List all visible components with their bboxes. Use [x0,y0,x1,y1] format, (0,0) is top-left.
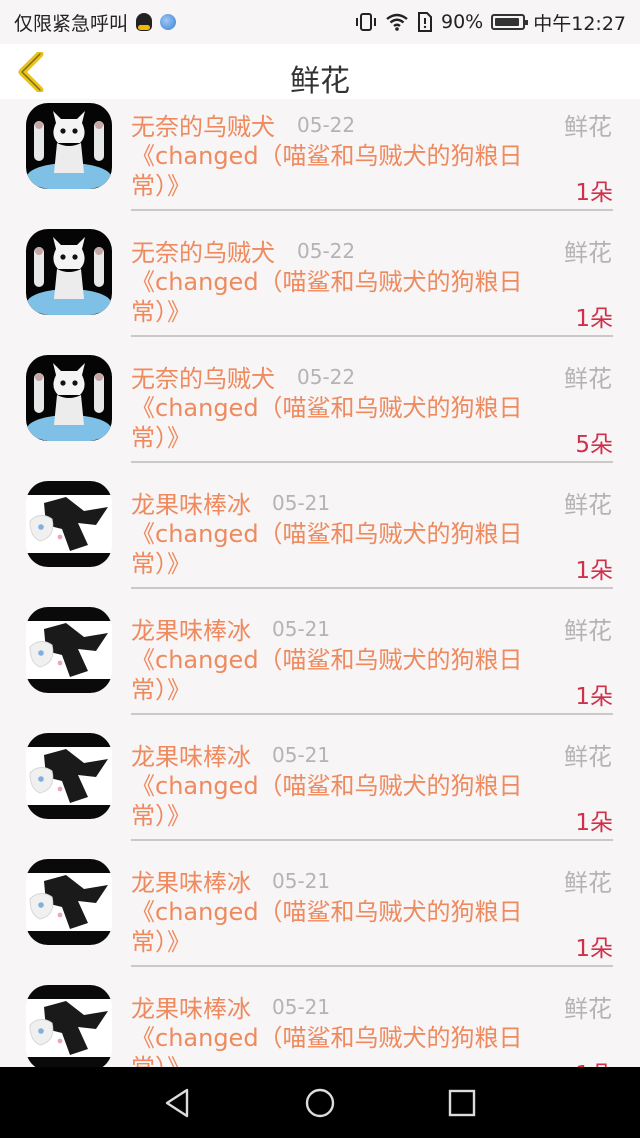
user-avatar[interactable] [26,355,112,441]
work-title[interactable]: 《changed（喵鲨和乌贼犬的狗粮日常）》 [131,1023,551,1067]
gift-date: 05-22 [297,365,356,389]
gift-date: 05-21 [272,869,331,893]
back-triangle-icon[interactable] [160,1085,196,1121]
row-divider [131,965,613,967]
author-name[interactable]: 无奈的乌贼犬 [131,359,275,394]
gift-date: 05-21 [272,743,331,767]
gift-date: 05-21 [272,617,331,641]
recents-square-icon[interactable] [444,1085,480,1121]
user-avatar[interactable] [26,481,112,567]
user-avatar[interactable] [26,103,112,189]
flower-count: 1朵 [575,1055,613,1067]
work-title[interactable]: 《changed（喵鲨和乌贼犬的狗粮日常）》 [131,645,551,705]
author-name[interactable]: 龙果味棒冰 [131,863,251,898]
author-name[interactable]: 龙果味棒冰 [131,485,251,520]
list-item[interactable]: 无奈的乌贼犬 05-22 鲜花 《changed（喵鲨和乌贼犬的狗粮日常）》 1朵 [0,225,640,351]
row-divider [131,461,613,463]
work-title[interactable]: 《changed（喵鲨和乌贼犬的狗粮日常）》 [131,897,551,957]
clock: 中午12:27 [533,12,626,35]
gift-category: 鲜花 [564,743,612,771]
system-nav-bar [0,1067,640,1138]
flower-list[interactable]: 无奈的乌贼犬 05-22 鲜花 《changed（喵鲨和乌贼犬的狗粮日常）》 1朵 无奈的… [0,99,640,1067]
gift-date: 05-21 [272,491,331,515]
gift-date: 05-21 [272,995,331,1019]
user-avatar[interactable] [26,733,112,819]
vibrate-icon [356,13,376,31]
home-circle-icon[interactable] [302,1085,338,1121]
gift-category: 鲜花 [564,365,612,393]
status-bar: 仅限紧急呼叫 90% 中午12:27 [0,0,640,44]
user-avatar[interactable] [26,859,112,945]
row-divider [131,587,613,589]
flower-count: 1朵 [575,684,613,710]
gift-category: 鲜花 [564,617,612,645]
author-name[interactable]: 无奈的乌贼犬 [131,233,275,268]
row-divider [131,713,613,715]
author-name[interactable]: 龙果味棒冰 [131,611,251,646]
author-name[interactable]: 龙果味棒冰 [131,989,251,1024]
row-divider [131,209,613,211]
flower-count: 5朵 [575,432,613,458]
app-header: 鲜花 [0,44,640,99]
carrier-text: 仅限紧急呼叫 [14,12,129,35]
list-item[interactable]: 龙果味棒冰 05-21 鲜花《changed（喵鲨和乌贼犬的狗粮日常）》 1朵 [0,729,640,855]
qq-icon [136,13,153,31]
flower-count: 1朵 [575,810,613,836]
gift-date: 05-22 [297,113,356,137]
author-name[interactable]: 无奈的乌贼犬 [131,107,275,142]
work-title[interactable]: 《changed（喵鲨和乌贼犬的狗粮日常）》 [131,393,551,453]
list-item[interactable]: 龙果味棒冰 05-21 鲜花《changed（喵鲨和乌贼犬的狗粮日常）》 1朵 [0,603,640,729]
list-item[interactable]: 龙果味棒冰 05-21 鲜花《changed（喵鲨和乌贼犬的狗粮日常）》 1朵 [0,981,640,1067]
battery-percent: 90% [441,11,484,33]
list-item[interactable]: 龙果味棒冰 05-21 鲜花《changed（喵鲨和乌贼犬的狗粮日常）》 1朵 [0,855,640,981]
work-title[interactable]: 《changed（喵鲨和乌贼犬的狗粮日常）》 [131,267,551,327]
flower-count: 1朵 [575,558,613,584]
gift-category: 鲜花 [564,869,612,897]
gift-category: 鲜花 [564,995,612,1023]
user-avatar[interactable] [26,985,112,1067]
user-avatar[interactable] [26,229,112,315]
flower-count: 1朵 [575,306,613,332]
work-title[interactable]: 《changed（喵鲨和乌贼犬的狗粮日常）》 [131,771,551,831]
row-divider [131,839,613,841]
list-item[interactable]: 无奈的乌贼犬 05-22 鲜花 《changed（喵鲨和乌贼犬的狗粮日常）》 1朵 [0,99,640,225]
gift-category: 鲜花 [564,491,612,519]
list-item[interactable]: 龙果味棒冰 05-21 鲜花《changed（喵鲨和乌贼犬的狗粮日常）》 1朵 [0,477,640,603]
status-left: 仅限紧急呼叫 [14,9,177,36]
status-right: 90% 中午12:27 [355,9,626,36]
work-title[interactable]: 《changed（喵鲨和乌贼犬的狗粮日常）》 [131,519,551,579]
sim-icon [418,12,432,32]
work-title[interactable]: 《changed（喵鲨和乌贼犬的狗粮日常）》 [131,141,551,201]
battery-icon [491,14,529,30]
globe-icon [160,14,177,30]
wifi-icon [386,13,408,31]
gift-date: 05-22 [297,239,356,263]
row-divider [131,335,613,337]
list-item[interactable]: 无奈的乌贼犬 05-22 鲜花 《changed（喵鲨和乌贼犬的狗粮日常）》 5朵 [0,351,640,477]
gift-category: 鲜花 [564,113,612,141]
flower-count: 1朵 [575,180,613,206]
gift-category: 鲜花 [564,239,612,267]
flower-count: 1朵 [575,936,613,962]
author-name[interactable]: 龙果味棒冰 [131,737,251,772]
page-title: 鲜花 [290,64,350,99]
user-avatar[interactable] [26,607,112,693]
